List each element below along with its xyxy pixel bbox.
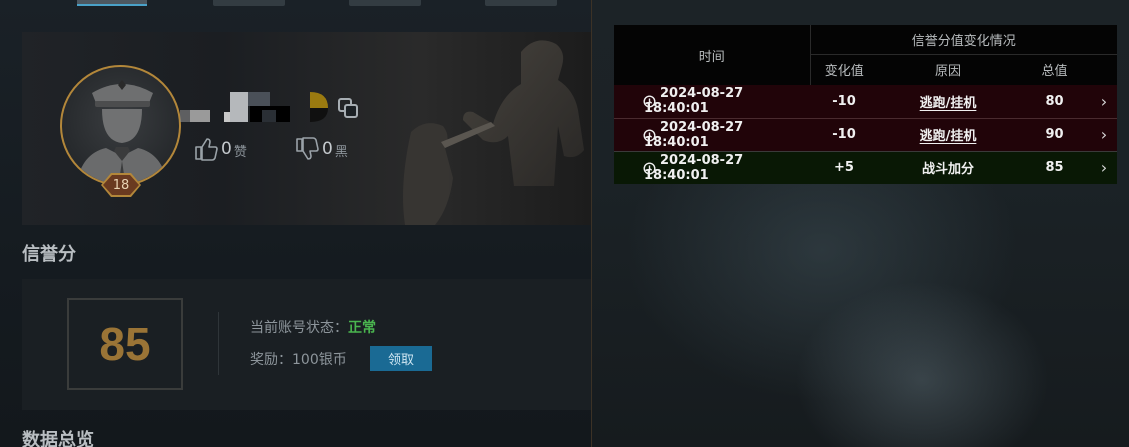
tab-2[interactable] xyxy=(213,0,285,6)
tab-4[interactable] xyxy=(485,0,557,6)
reward-text: 奖励：100银币 xyxy=(250,352,347,368)
credit-section-title: 信誉分 xyxy=(22,244,76,265)
row-reason-link[interactable]: 逃跑/挂机 xyxy=(920,96,977,111)
dislike-unit: 黑 xyxy=(334,145,348,160)
like-count: 0 xyxy=(221,139,232,159)
row-time-value: 2024-08-27 18:40:01 xyxy=(644,152,744,183)
header-credit-change: 信誉分值变化情况 xyxy=(810,25,1117,55)
row-change: -10 xyxy=(810,117,878,151)
header-reason: 原因 xyxy=(878,54,1018,85)
level-value: 18 xyxy=(103,175,139,195)
account-status: 当前账号状态：正常 xyxy=(250,317,376,337)
top-tab-bar xyxy=(0,0,591,14)
row-time-value: 2024-08-27 18:40:01 xyxy=(644,86,744,117)
row-time: 2024-08-27 18:40:01 xyxy=(614,117,810,151)
credit-history-table: 时间 信誉分值变化情况 变化值 原因 总值 2024-08-27 18:40:0… xyxy=(614,25,1117,184)
row-reason: 逃跑/挂机 xyxy=(878,85,1018,118)
row-time-value: 2024-08-27 18:40:01 xyxy=(644,119,744,150)
data-overview-title: 数据总览 xyxy=(22,430,94,447)
chevron-right-icon[interactable]: › xyxy=(1091,150,1117,184)
tab-3[interactable] xyxy=(349,0,421,6)
credit-history-panel: 时间 信誉分值变化情况 变化值 原因 总值 2024-08-27 18:40:0… xyxy=(591,0,1129,447)
row-change: -10 xyxy=(810,85,878,118)
row-reason-text: 战斗加分 xyxy=(921,162,974,178)
row-reason-link[interactable]: 逃跑/挂机 xyxy=(920,129,977,144)
clock-icon xyxy=(643,128,656,142)
table-row[interactable]: 2024-08-27 18:40:01 -10 逃跑/挂机 80 › xyxy=(614,85,1117,118)
like-unit: 赞 xyxy=(233,145,247,160)
row-total: 90 xyxy=(1018,117,1091,151)
table-row[interactable]: 2024-08-27 18:40:01 +5 战斗加分 85 › xyxy=(614,150,1117,184)
header-time: 时间 xyxy=(614,25,811,85)
dislike-counter[interactable]: 0 黑 xyxy=(294,136,348,162)
claim-reward-button[interactable]: 领取 xyxy=(370,346,432,371)
chevron-right-icon[interactable]: › xyxy=(1091,117,1117,151)
tab-active-indicator xyxy=(77,4,147,6)
row-time: 2024-08-27 18:40:01 xyxy=(614,85,810,118)
row-reason: 逃跑/挂机 xyxy=(878,117,1018,151)
header-total: 总值 xyxy=(1018,54,1091,85)
copy-icon[interactable] xyxy=(337,97,359,119)
header-change: 变化值 xyxy=(810,54,878,85)
soldier-artwork xyxy=(403,40,584,225)
thumbs-up-icon xyxy=(195,138,218,161)
row-time: 2024-08-27 18:40:01 xyxy=(614,150,810,184)
dislike-count: 0 xyxy=(322,139,333,159)
row-reason: 战斗加分 xyxy=(878,150,1018,184)
like-counter[interactable]: 0 赞 xyxy=(193,136,247,162)
thumbs-down-icon xyxy=(296,137,319,160)
credit-score-value: 85 xyxy=(99,318,151,370)
player-name-redacted xyxy=(180,92,328,122)
profile-panel: 18 0 赞 0 黑 信誉分 85 当前账号状态：正常 奖励：100银币 领取 … xyxy=(0,0,591,447)
account-status-label: 当前账号状态： xyxy=(250,320,348,336)
chevron-right-icon[interactable]: › xyxy=(1091,85,1117,118)
header-spacer xyxy=(1091,54,1117,85)
credit-score-card: 85 当前账号状态：正常 奖励：100银币 领取 xyxy=(22,279,591,410)
clock-icon xyxy=(643,95,656,108)
credit-score-frame: 85 xyxy=(67,298,183,390)
table-row[interactable]: 2024-08-27 18:40:01 -10 逃跑/挂机 90 › xyxy=(614,117,1117,151)
row-total: 80 xyxy=(1018,85,1091,118)
row-change: +5 xyxy=(810,150,878,184)
avatar[interactable] xyxy=(60,65,181,186)
clock-icon xyxy=(643,161,656,175)
divider xyxy=(218,312,219,375)
officer-avatar-icon xyxy=(76,80,168,184)
account-status-value: 正常 xyxy=(348,320,376,336)
row-total: 85 xyxy=(1018,150,1091,184)
